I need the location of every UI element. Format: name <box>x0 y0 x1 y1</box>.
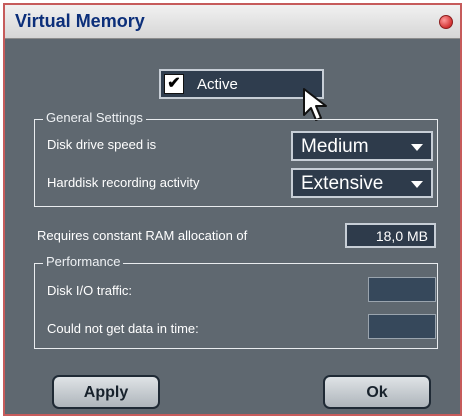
mouse-cursor-icon <box>303 88 327 121</box>
performance-title: Performance <box>43 254 124 269</box>
recording-activity-value: Extensive <box>301 173 384 194</box>
ram-allocation-value: 18,0 MB <box>375 228 428 244</box>
disk-speed-label: Disk drive speed is <box>47 137 157 152</box>
window-title: Virtual Memory <box>15 11 145 31</box>
data-timing-value <box>368 314 436 339</box>
active-toggle[interactable]: ✔ Active <box>159 69 324 99</box>
active-label: Active <box>197 76 238 93</box>
active-checkbox[interactable]: ✔ <box>164 74 184 94</box>
recording-activity-label: Harddisk recording activity <box>47 175 200 190</box>
chevron-down-icon <box>411 181 423 188</box>
close-icon[interactable] <box>439 15 453 29</box>
virtual-memory-dialog: Virtual Memory ✔ Active General Settings… <box>3 3 462 416</box>
apply-button[interactable]: Apply <box>52 375 160 409</box>
ok-button[interactable]: Ok <box>323 375 431 409</box>
ram-allocation-label: Requires constant RAM allocation of <box>37 228 248 243</box>
apply-button-label: Apply <box>83 384 129 401</box>
ok-button-label: Ok <box>366 384 388 401</box>
disk-speed-value: Medium <box>301 136 369 157</box>
title-bar: Virtual Memory <box>5 5 460 39</box>
chevron-down-icon <box>411 144 423 151</box>
disk-io-value <box>368 277 436 302</box>
general-settings-title: General Settings <box>43 110 146 125</box>
ram-allocation-value-box: 18,0 MB <box>345 223 436 248</box>
disk-io-label: Disk I/O traffic: <box>47 283 132 298</box>
disk-speed-dropdown[interactable]: Medium <box>291 131 433 161</box>
recording-activity-dropdown[interactable]: Extensive <box>291 168 433 198</box>
data-timing-label: Could not get data in time: <box>47 321 199 336</box>
